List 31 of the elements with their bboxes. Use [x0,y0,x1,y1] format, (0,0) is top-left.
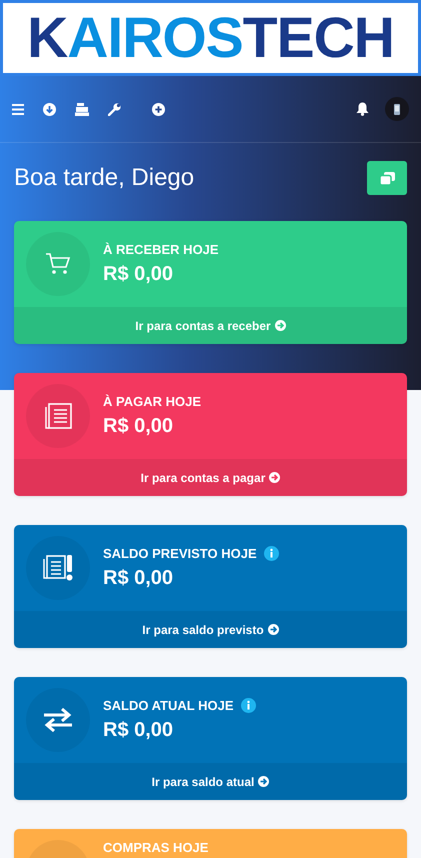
windows-icon [380,172,394,184]
info-icon[interactable] [240,698,256,713]
card-link[interactable]: Ir para saldo atual [14,763,407,800]
download-icon[interactable] [43,102,56,116]
cart-icon [45,252,71,276]
plus-circle-icon[interactable] [152,102,165,116]
logo: KAIROSTECH [0,0,421,76]
ledger-icon [44,403,72,429]
arrow-right-circle-icon [274,320,286,331]
greeting: Boa tarde, Diego [14,164,194,192]
card-link[interactable]: Ir para saldo previsto [14,611,407,648]
menu-icon[interactable] [12,104,24,114]
wrench-icon[interactable] [108,102,121,116]
card-title: À PAGAR HOJE [103,394,201,409]
card-amount: R$ 0,00 [103,719,174,742]
card-title: SALDO PREVISTO HOJE [103,546,257,561]
card-title: À RECEBER HOJE [103,242,219,257]
document-alert-icon [42,554,74,582]
info-icon[interactable] [264,546,279,561]
card-link[interactable]: Ir para contas a pagar [14,459,407,496]
arrow-right-circle-icon [258,776,270,787]
arrows-left-right-icon [42,708,74,732]
cash-register-icon[interactable] [75,102,89,116]
card-amount: R$ 0,00 [103,263,174,286]
card-title: COMPRAS HOJE [103,840,208,855]
card-title: SALDO ATUAL HOJE [103,698,234,713]
card-amount: R$ 0,00 [103,567,174,590]
arrow-right-circle-icon [269,472,280,483]
bell-icon[interactable] [356,102,369,116]
arrow-right-circle-icon [268,624,279,635]
card-amount: R$ 0,00 [103,415,174,438]
